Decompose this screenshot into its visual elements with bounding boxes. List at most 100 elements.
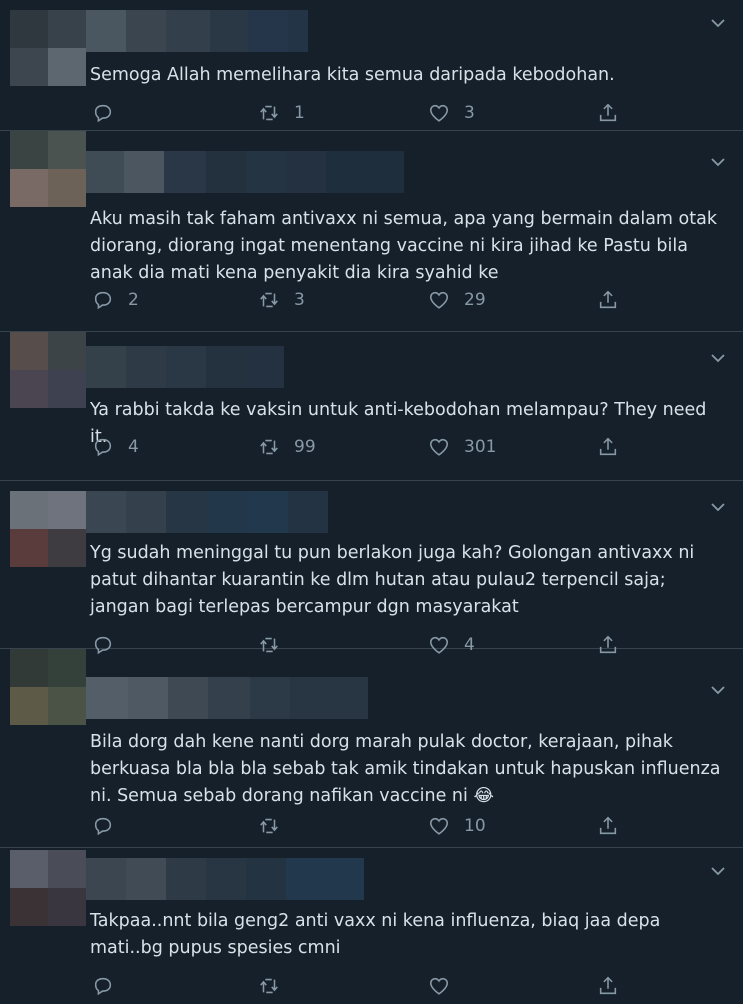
avatar-tile <box>10 131 48 169</box>
tweet[interactable]: Ya rabbi takda ke vaksin untuk anti-kebo… <box>0 332 743 481</box>
avatar[interactable] <box>10 850 86 926</box>
avatar-tile <box>48 370 86 408</box>
share-icon <box>599 103 617 122</box>
retweet-button[interactable] <box>258 974 294 998</box>
tweet[interactable]: Yg sudah meninggal tu pun berlakon juga … <box>0 481 743 655</box>
avatar-tile <box>48 169 86 207</box>
tweet[interactable]: Takpaa..nnt bila geng2 anti vaxx ni kena… <box>0 848 743 1004</box>
tweet-text: Yg sudah meninggal tu pun berlakon juga … <box>90 543 700 617</box>
retweet-button[interactable]: 99 <box>258 435 316 459</box>
tweet-actions <box>92 974 632 998</box>
reply-icon <box>94 104 112 123</box>
like-button[interactable]: 301 <box>428 435 496 459</box>
chevron-down-icon[interactable] <box>711 353 725 363</box>
avatar[interactable] <box>10 491 86 567</box>
share-icon <box>599 437 617 456</box>
like-button[interactable]: 29 <box>428 288 486 312</box>
author-name[interactable] <box>86 346 284 388</box>
like-count: 301 <box>464 437 497 457</box>
avatar-tile <box>10 888 48 926</box>
author-name[interactable] <box>86 10 308 52</box>
share-button[interactable] <box>597 974 619 998</box>
chevron-down-icon[interactable] <box>711 157 725 167</box>
like-button[interactable] <box>428 974 464 998</box>
retweet-count: 3 <box>294 290 305 310</box>
retweet-icon <box>260 818 278 834</box>
retweet-button[interactable] <box>258 814 294 838</box>
tweet-actions: 2 3 29 <box>92 288 632 312</box>
retweet-icon <box>260 292 278 308</box>
retweet-icon <box>260 105 278 121</box>
like-icon <box>429 438 449 456</box>
tweet-actions: 13 <box>92 101 632 125</box>
reply-icon <box>94 291 112 310</box>
author-name[interactable] <box>86 677 368 719</box>
share-icon <box>599 816 617 835</box>
like-count: 29 <box>464 290 486 310</box>
avatar-tile <box>48 687 86 725</box>
avatar[interactable] <box>10 131 86 207</box>
reply-button[interactable]: 2 <box>92 288 139 312</box>
retweet-icon <box>260 439 278 455</box>
share-button[interactable] <box>597 101 619 125</box>
author-name[interactable] <box>86 151 404 193</box>
reply-button[interactable] <box>92 814 128 838</box>
reply-button[interactable] <box>92 974 128 998</box>
like-icon <box>429 104 449 122</box>
tweet-actions: 4 99 301 <box>92 435 632 459</box>
like-button[interactable]: 3 <box>428 101 475 125</box>
avatar-tile <box>48 529 86 567</box>
like-button[interactable]: 10 <box>428 814 486 838</box>
avatar-tile <box>48 850 86 888</box>
reply-button[interactable]: 4 <box>92 435 139 459</box>
chevron-down-icon[interactable] <box>711 866 725 876</box>
chevron-down-icon[interactable] <box>711 18 725 28</box>
share-icon <box>599 290 617 309</box>
avatar-tile <box>10 332 48 370</box>
retweet-count: 99 <box>294 437 316 457</box>
avatar-tile <box>48 48 86 86</box>
share-button[interactable] <box>597 435 619 459</box>
avatar[interactable] <box>10 10 86 86</box>
tweet-text: Takpaa..nnt bila geng2 anti vaxx ni kena… <box>90 911 666 958</box>
share-button[interactable] <box>597 814 619 838</box>
avatar-tile <box>48 332 86 370</box>
share-button[interactable] <box>597 288 619 312</box>
author-name[interactable] <box>86 491 328 533</box>
chevron-down-icon[interactable] <box>711 502 725 512</box>
avatar-tile <box>10 649 48 687</box>
retweet-button[interactable]: 3 <box>258 288 305 312</box>
avatar-tile <box>10 48 48 86</box>
avatar-tile <box>48 649 86 687</box>
reply-icon <box>94 817 112 836</box>
reply-icon <box>94 438 112 457</box>
reply-button[interactable] <box>92 101 128 125</box>
avatar-tile <box>10 370 48 408</box>
like-icon <box>429 977 449 995</box>
share-icon <box>599 976 617 995</box>
tweet[interactable]: Bila dorg dah kene nanti dorg marah pula… <box>0 649 743 848</box>
avatar-tile <box>10 169 48 207</box>
like-count: 3 <box>464 103 475 123</box>
avatar[interactable] <box>10 332 86 408</box>
avatar-tile <box>10 491 48 529</box>
chevron-down-icon[interactable] <box>711 685 725 695</box>
avatar[interactable] <box>10 649 86 725</box>
reply-count: 4 <box>128 437 139 457</box>
reply-count: 2 <box>128 290 139 310</box>
tweet[interactable]: Aku masih tak faham antivaxx ni semua, a… <box>0 131 743 332</box>
emoji: 😂 <box>473 786 494 806</box>
avatar-tile <box>48 131 86 169</box>
avatar-tile <box>10 529 48 567</box>
author-name[interactable] <box>86 858 364 900</box>
avatar-tile <box>48 491 86 529</box>
tweet[interactable]: Semoga Allah memelihara kita semua darip… <box>0 0 743 131</box>
avatar-tile <box>10 10 48 48</box>
reply-icon <box>94 977 112 996</box>
like-icon <box>429 291 449 309</box>
retweet-button[interactable]: 1 <box>258 101 305 125</box>
tweet-text: Aku masih tak faham antivaxx ni semua, a… <box>90 209 723 283</box>
retweet-count: 1 <box>294 103 305 123</box>
retweet-icon <box>260 978 278 994</box>
avatar-tile <box>48 10 86 48</box>
